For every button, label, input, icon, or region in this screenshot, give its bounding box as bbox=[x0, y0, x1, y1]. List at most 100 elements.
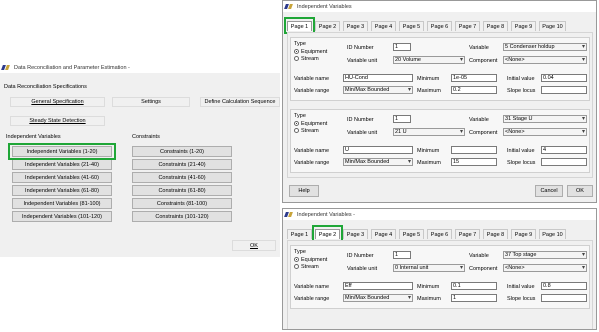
slope-locus-field[interactable] bbox=[541, 86, 587, 94]
cancel-button[interactable]: Cancel bbox=[535, 185, 563, 197]
tab-page-8[interactable]: Page 8 bbox=[483, 21, 508, 31]
independent-variables-81-100-button[interactable]: Independent Variables (81-100) bbox=[12, 198, 112, 209]
stream-radio[interactable]: Stream bbox=[294, 128, 319, 134]
tab-label: Page 10 bbox=[542, 23, 563, 30]
slope-locus-field[interactable] bbox=[541, 294, 587, 302]
variable-unit-label: Variable unit bbox=[347, 130, 378, 136]
component-select[interactable]: <None> bbox=[503, 128, 587, 136]
independent-variables-61-80-button[interactable]: Independent Variables (61-80) bbox=[12, 185, 112, 196]
component-select[interactable]: <None> bbox=[503, 264, 587, 272]
tab-page-5[interactable]: Page 5 bbox=[399, 21, 424, 31]
main-ok-button[interactable]: OK bbox=[232, 240, 276, 251]
variable-range-select[interactable]: Min/Max Bounded bbox=[343, 294, 413, 302]
iv2-tab-panel: Type Equipment Stream ID Number 1 Variab… bbox=[287, 240, 593, 329]
variable-select[interactable]: 5 Condenser holdup bbox=[503, 43, 587, 51]
maximum-field[interactable]: 15 bbox=[451, 158, 497, 166]
minimum-label: Minimum bbox=[417, 284, 440, 290]
initial-value-label: Initial value bbox=[507, 76, 535, 82]
id-number-label: ID Number bbox=[347, 45, 374, 51]
ok-label: OK bbox=[250, 242, 258, 249]
variable-range-select[interactable]: Min/Max Bounded bbox=[343, 86, 413, 94]
id-number-field[interactable]: 1 bbox=[393, 251, 411, 259]
initial-value-field[interactable]: 0.04 bbox=[541, 74, 587, 82]
constraints-101-120-button[interactable]: Constraints (101-120) bbox=[132, 211, 232, 222]
define-calculation-sequence-button[interactable]: Define Calculation Sequence bbox=[200, 97, 280, 107]
stream-radio[interactable]: Stream bbox=[294, 264, 319, 270]
radio-empty-icon bbox=[294, 128, 299, 134]
variable-select[interactable]: 31 Stage U bbox=[503, 115, 587, 123]
variable-name-field[interactable]: Eff bbox=[343, 282, 413, 290]
component-select[interactable]: <None> bbox=[503, 56, 587, 64]
stream-label: Stream bbox=[301, 264, 319, 270]
variable-range-select[interactable]: Min/Max Bounded bbox=[343, 158, 413, 166]
variable-unit-select[interactable]: 21 U bbox=[393, 128, 465, 136]
stream-label: Stream bbox=[301, 56, 319, 62]
slope-locus-field[interactable] bbox=[541, 158, 587, 166]
tab-label: Page 8 bbox=[486, 231, 505, 238]
independent-variables-41-60-button[interactable]: Independent Variables (41-60) bbox=[12, 172, 112, 183]
tab-page-3[interactable]: Page 3 bbox=[343, 21, 368, 31]
tab-page-7[interactable]: Page 7 bbox=[455, 21, 480, 31]
initial-value-field[interactable]: 4 bbox=[541, 146, 587, 154]
tab-label: Page 4 bbox=[374, 23, 393, 30]
tab-page-3[interactable]: Page 3 bbox=[343, 229, 368, 239]
minimum-field[interactable] bbox=[451, 146, 497, 154]
independent-variables-101-120-button[interactable]: Independent Variables (101-120) bbox=[12, 211, 112, 222]
minimum-field[interactable]: 0.1 bbox=[451, 282, 497, 290]
constraints-81-100-button[interactable]: Constraints (81-100) bbox=[132, 198, 232, 209]
id-number-field[interactable]: 1 bbox=[393, 115, 411, 123]
tab-page-10[interactable]: Page 10 bbox=[539, 21, 566, 31]
tab-page-1[interactable]: Page 1 bbox=[287, 21, 312, 31]
variable-name-field[interactable]: U bbox=[343, 146, 413, 154]
radio-empty-icon bbox=[294, 56, 299, 62]
general-specification-button[interactable]: General Specification bbox=[10, 97, 105, 107]
iv1-ok-button[interactable]: OK bbox=[567, 185, 593, 197]
iv1-tab-panel: Type Equipment Stream ID Number 1 Variab… bbox=[287, 32, 593, 178]
tab-page-4[interactable]: Page 4 bbox=[371, 229, 396, 239]
button-label: Constraints (81-100) bbox=[156, 200, 208, 207]
tab-label: Page 1 bbox=[290, 231, 309, 238]
equipment-label: Equipment bbox=[301, 121, 328, 127]
tab-page-9[interactable]: Page 9 bbox=[511, 229, 536, 239]
variable-name-field[interactable]: HU-Cond bbox=[343, 74, 413, 82]
equipment-radio[interactable]: Equipment bbox=[294, 121, 327, 127]
tab-page-2[interactable]: Page 2 bbox=[315, 21, 340, 31]
constraints-1-20-button[interactable]: Constraints (1-20) bbox=[132, 146, 232, 157]
tab-page-2[interactable]: Page 2 bbox=[315, 229, 340, 239]
maximum-field[interactable]: 0.2 bbox=[451, 86, 497, 94]
variable-label: Variable bbox=[469, 253, 489, 259]
tab-page-1[interactable]: Page 1 bbox=[287, 229, 312, 239]
maximum-field[interactable]: 1 bbox=[451, 294, 497, 302]
tab-page-10[interactable]: Page 10 bbox=[539, 229, 566, 239]
tab-page-9[interactable]: Page 9 bbox=[511, 21, 536, 31]
variable-range-label: Variable range bbox=[294, 296, 330, 302]
button-label: Constraints (61-80) bbox=[158, 187, 206, 194]
variable-unit-select[interactable]: 20 Volume bbox=[393, 56, 465, 64]
iv2-window-title: Independent Variables - bbox=[297, 211, 355, 218]
minimum-field[interactable]: 1e-05 bbox=[451, 74, 497, 82]
settings-button[interactable]: Settings bbox=[112, 97, 190, 107]
id-number-field[interactable]: 1 bbox=[393, 43, 411, 51]
tab-page-5[interactable]: Page 5 bbox=[399, 229, 424, 239]
button-label: Constraints (1-20) bbox=[159, 148, 205, 155]
tab-page-8[interactable]: Page 8 bbox=[483, 229, 508, 239]
equipment-radio[interactable]: Equipment bbox=[294, 257, 327, 263]
constraints-61-80-button[interactable]: Constraints (61-80) bbox=[132, 185, 232, 196]
initial-value-field[interactable]: 0.8 bbox=[541, 282, 587, 290]
equipment-radio[interactable]: Equipment bbox=[294, 49, 327, 55]
tab-page-6[interactable]: Page 6 bbox=[427, 229, 452, 239]
tab-label: Page 7 bbox=[458, 23, 477, 30]
independent-variables-21-40-button[interactable]: Independent Variables (21-40) bbox=[12, 159, 112, 170]
tab-page-4[interactable]: Page 4 bbox=[371, 21, 396, 31]
variable-select[interactable]: 37 Top stage bbox=[503, 251, 587, 259]
help-button[interactable]: Help bbox=[289, 185, 319, 197]
steady-state-label: Steady State Detection bbox=[29, 118, 86, 124]
constraints-41-60-button[interactable]: Constraints (41-60) bbox=[132, 172, 232, 183]
tab-page-6[interactable]: Page 6 bbox=[427, 21, 452, 31]
constraints-21-40-button[interactable]: Constraints (21-40) bbox=[132, 159, 232, 170]
iv2-title-bar: Independent Variables - bbox=[283, 209, 596, 220]
tab-page-7[interactable]: Page 7 bbox=[455, 229, 480, 239]
stream-radio[interactable]: Stream bbox=[294, 56, 319, 62]
steady-state-detection-button[interactable]: Steady State Detection bbox=[10, 116, 105, 126]
variable-unit-select[interactable]: 0 Internal unit bbox=[393, 264, 465, 272]
